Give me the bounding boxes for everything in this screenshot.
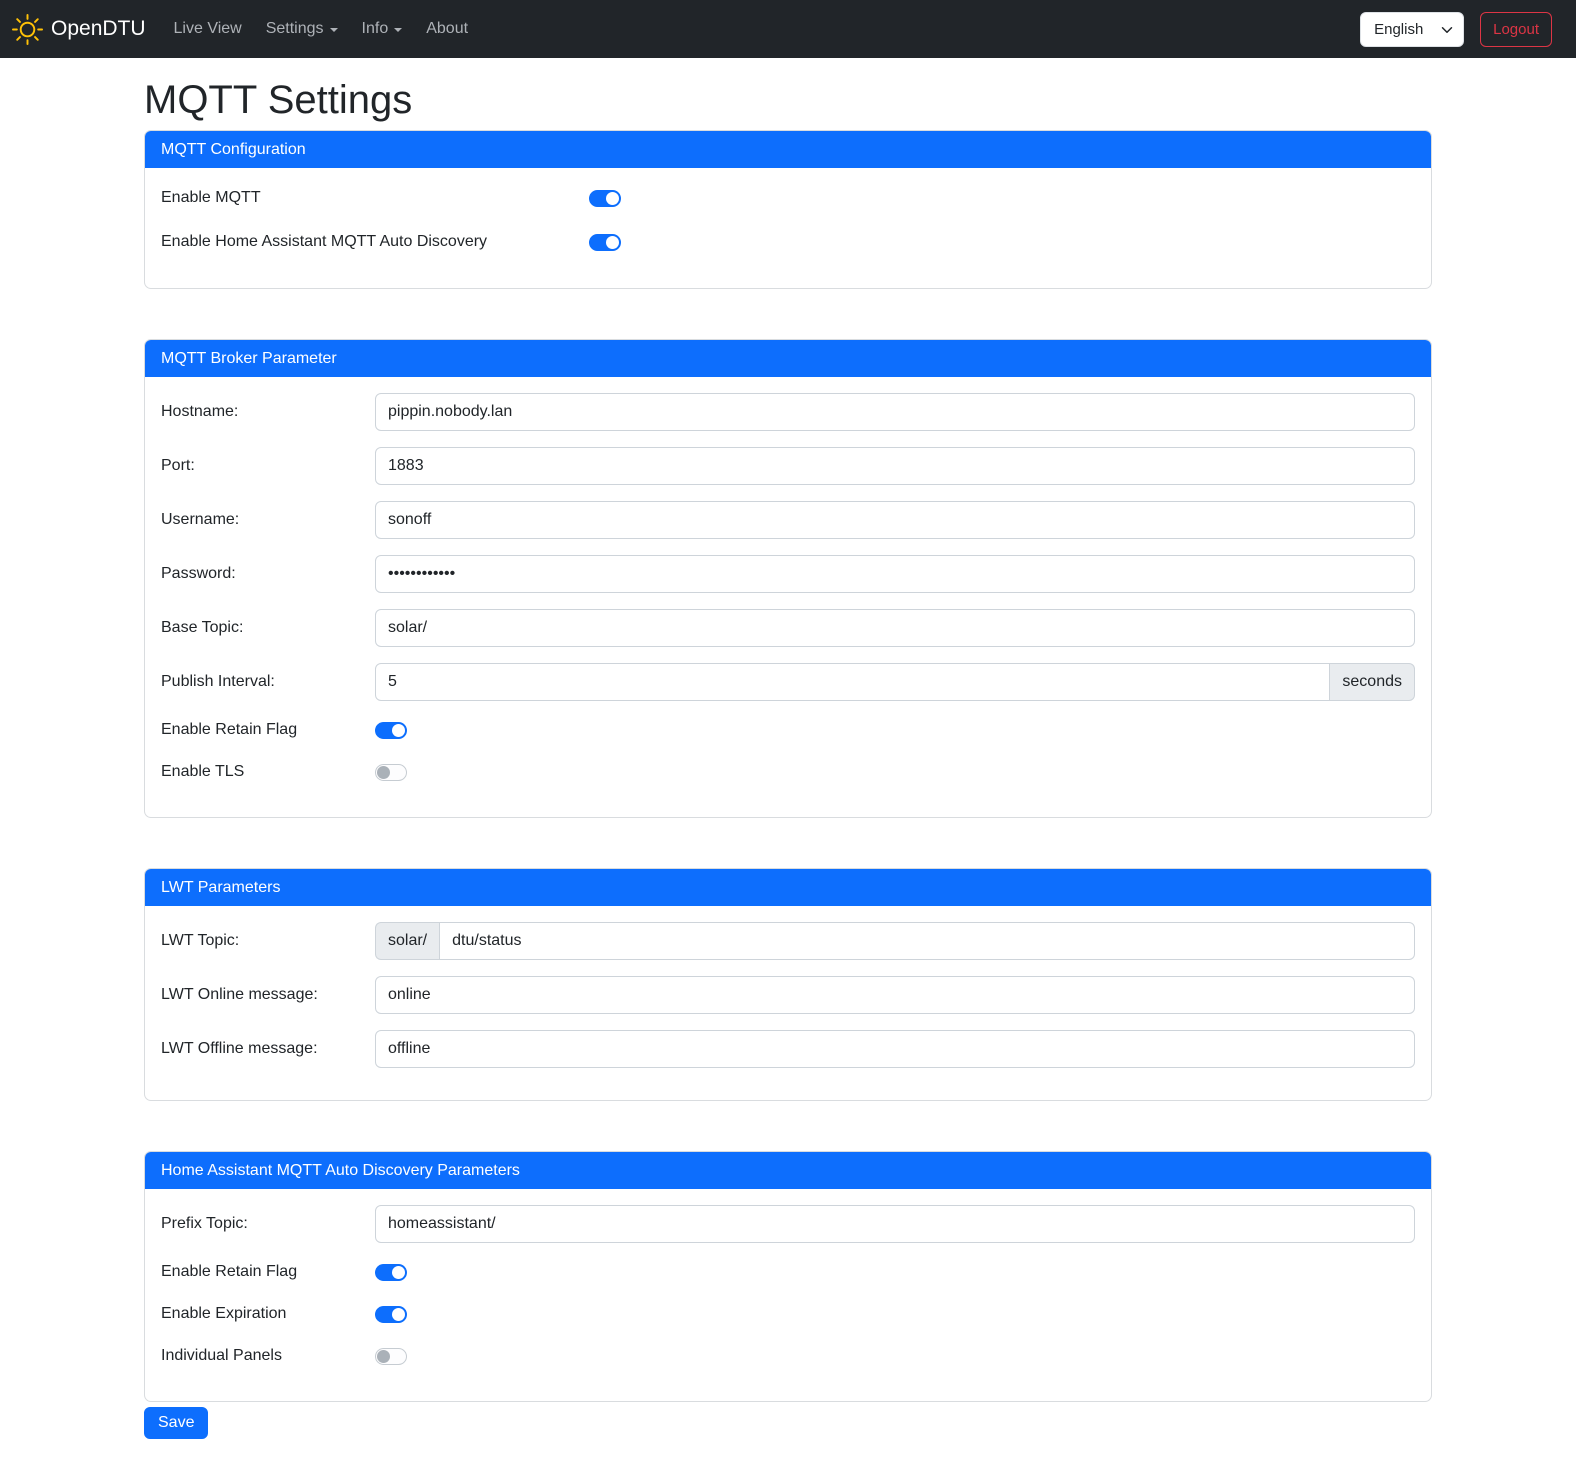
form-row: Enable MQTT bbox=[161, 184, 1415, 212]
form-row: Enable Retain Flag bbox=[161, 1259, 1415, 1285]
sun-icon bbox=[12, 14, 43, 45]
nav-item-label: Settings bbox=[266, 20, 324, 38]
lwt-online-input[interactable] bbox=[375, 976, 1415, 1014]
form-row: LWT Topic: solar/ bbox=[161, 922, 1415, 960]
language-select-wrap: English bbox=[1360, 12, 1464, 47]
port-input[interactable] bbox=[375, 447, 1415, 485]
base-topic-label: Base Topic: bbox=[161, 619, 375, 637]
brand-label: OpenDTU bbox=[51, 17, 146, 41]
save-button[interactable]: Save bbox=[144, 1407, 208, 1439]
form-row: Individual Panels bbox=[161, 1343, 1415, 1369]
card-body: Prefix Topic: Enable Retain Flag Enable … bbox=[145, 1189, 1431, 1401]
username-label: Username: bbox=[161, 511, 375, 529]
prefix-topic-input[interactable] bbox=[375, 1205, 1415, 1243]
card-header: MQTT Broker Parameter bbox=[145, 340, 1431, 377]
card-header: MQTT Configuration bbox=[145, 131, 1431, 168]
form-row: Prefix Topic: bbox=[161, 1205, 1415, 1243]
broker-retain-toggle[interactable] bbox=[375, 722, 407, 739]
enable-mqtt-label: Enable MQTT bbox=[161, 189, 589, 207]
language-select[interactable]: English bbox=[1360, 12, 1464, 47]
form-row: Hostname: bbox=[161, 393, 1415, 431]
brand[interactable]: OpenDTU bbox=[12, 14, 146, 45]
form-row: Password: bbox=[161, 555, 1415, 593]
card-mqtt-broker-parameter: MQTT Broker Parameter Hostname: Port: Us… bbox=[144, 339, 1432, 818]
card-mqtt-configuration: MQTT Configuration Enable MQTT Enable Ho… bbox=[144, 130, 1432, 289]
page-title: MQTT Settings bbox=[144, 76, 1432, 124]
hass-retain-label: Enable Retain Flag bbox=[161, 1263, 375, 1281]
nav-links: Live View Settings Info About bbox=[166, 12, 1361, 46]
card-body: LWT Topic: solar/ LWT Online message: LW… bbox=[145, 906, 1431, 1100]
publish-interval-input[interactable] bbox=[375, 663, 1330, 701]
chevron-down-icon bbox=[394, 28, 402, 32]
hostname-label: Hostname: bbox=[161, 403, 375, 421]
nav-item-label: Info bbox=[362, 20, 389, 38]
lwt-offline-label: LWT Offline message: bbox=[161, 1040, 375, 1058]
broker-retain-label: Enable Retain Flag bbox=[161, 721, 375, 739]
form-row: Base Topic: bbox=[161, 609, 1415, 647]
prefix-topic-label: Prefix Topic: bbox=[161, 1215, 375, 1233]
chevron-down-icon bbox=[330, 28, 338, 32]
form-row: Username: bbox=[161, 501, 1415, 539]
card-body: Hostname: Port: Username: Password: Base… bbox=[145, 377, 1431, 817]
base-topic-input[interactable] bbox=[375, 609, 1415, 647]
card-header: LWT Parameters bbox=[145, 869, 1431, 906]
lwt-topic-prefix: solar/ bbox=[375, 922, 439, 960]
nav-item-label: About bbox=[426, 20, 468, 38]
form-row: Publish Interval: seconds bbox=[161, 663, 1415, 701]
lwt-topic-input[interactable] bbox=[439, 922, 1415, 960]
navbar-right: English Logout bbox=[1360, 12, 1552, 47]
individual-panels-label: Individual Panels bbox=[161, 1347, 375, 1365]
password-label: Password: bbox=[161, 565, 375, 583]
nav-item-about[interactable]: About bbox=[418, 12, 476, 46]
form-row: Enable Retain Flag bbox=[161, 717, 1415, 743]
top-navbar: OpenDTU Live View Settings Info About En… bbox=[0, 0, 1576, 58]
lwt-topic-label: LWT Topic: bbox=[161, 932, 375, 950]
password-input[interactable] bbox=[375, 555, 1415, 593]
publish-interval-unit: seconds bbox=[1330, 663, 1415, 701]
form-row: LWT Online message: bbox=[161, 976, 1415, 1014]
card-lwt-parameters: LWT Parameters LWT Topic: solar/ LWT Onl… bbox=[144, 868, 1432, 1101]
lwt-online-label: LWT Online message: bbox=[161, 986, 375, 1004]
enable-hass-discovery-label: Enable Home Assistant MQTT Auto Discover… bbox=[161, 233, 589, 251]
card-hass-discovery-parameters: Home Assistant MQTT Auto Discovery Param… bbox=[144, 1151, 1432, 1402]
individual-panels-toggle[interactable] bbox=[375, 1348, 407, 1365]
lwt-offline-input[interactable] bbox=[375, 1030, 1415, 1068]
enable-tls-toggle[interactable] bbox=[375, 764, 407, 781]
card-body: Enable MQTT Enable Home Assistant MQTT A… bbox=[145, 168, 1431, 288]
logout-button[interactable]: Logout bbox=[1480, 12, 1552, 47]
card-header: Home Assistant MQTT Auto Discovery Param… bbox=[145, 1152, 1431, 1189]
form-row: Enable Home Assistant MQTT Auto Discover… bbox=[161, 228, 1415, 256]
port-label: Port: bbox=[161, 457, 375, 475]
form-row: Enable TLS bbox=[161, 759, 1415, 785]
main-container: MQTT Settings MQTT Configuration Enable … bbox=[144, 76, 1432, 1463]
enable-tls-label: Enable TLS bbox=[161, 763, 375, 781]
username-input[interactable] bbox=[375, 501, 1415, 539]
hostname-input[interactable] bbox=[375, 393, 1415, 431]
nav-item-info[interactable]: Info bbox=[354, 12, 411, 46]
form-row: LWT Offline message: bbox=[161, 1030, 1415, 1068]
enable-mqtt-toggle[interactable] bbox=[589, 190, 621, 207]
nav-item-settings[interactable]: Settings bbox=[258, 12, 346, 46]
publish-interval-label: Publish Interval: bbox=[161, 673, 375, 691]
hass-retain-toggle[interactable] bbox=[375, 1264, 407, 1281]
form-row: Enable Expiration bbox=[161, 1301, 1415, 1327]
enable-expiration-label: Enable Expiration bbox=[161, 1305, 375, 1323]
enable-expiration-toggle[interactable] bbox=[375, 1306, 407, 1323]
form-row: Port: bbox=[161, 447, 1415, 485]
nav-item-label: Live View bbox=[174, 20, 242, 38]
enable-hass-discovery-toggle[interactable] bbox=[589, 234, 621, 251]
nav-item-live-view[interactable]: Live View bbox=[166, 12, 250, 46]
